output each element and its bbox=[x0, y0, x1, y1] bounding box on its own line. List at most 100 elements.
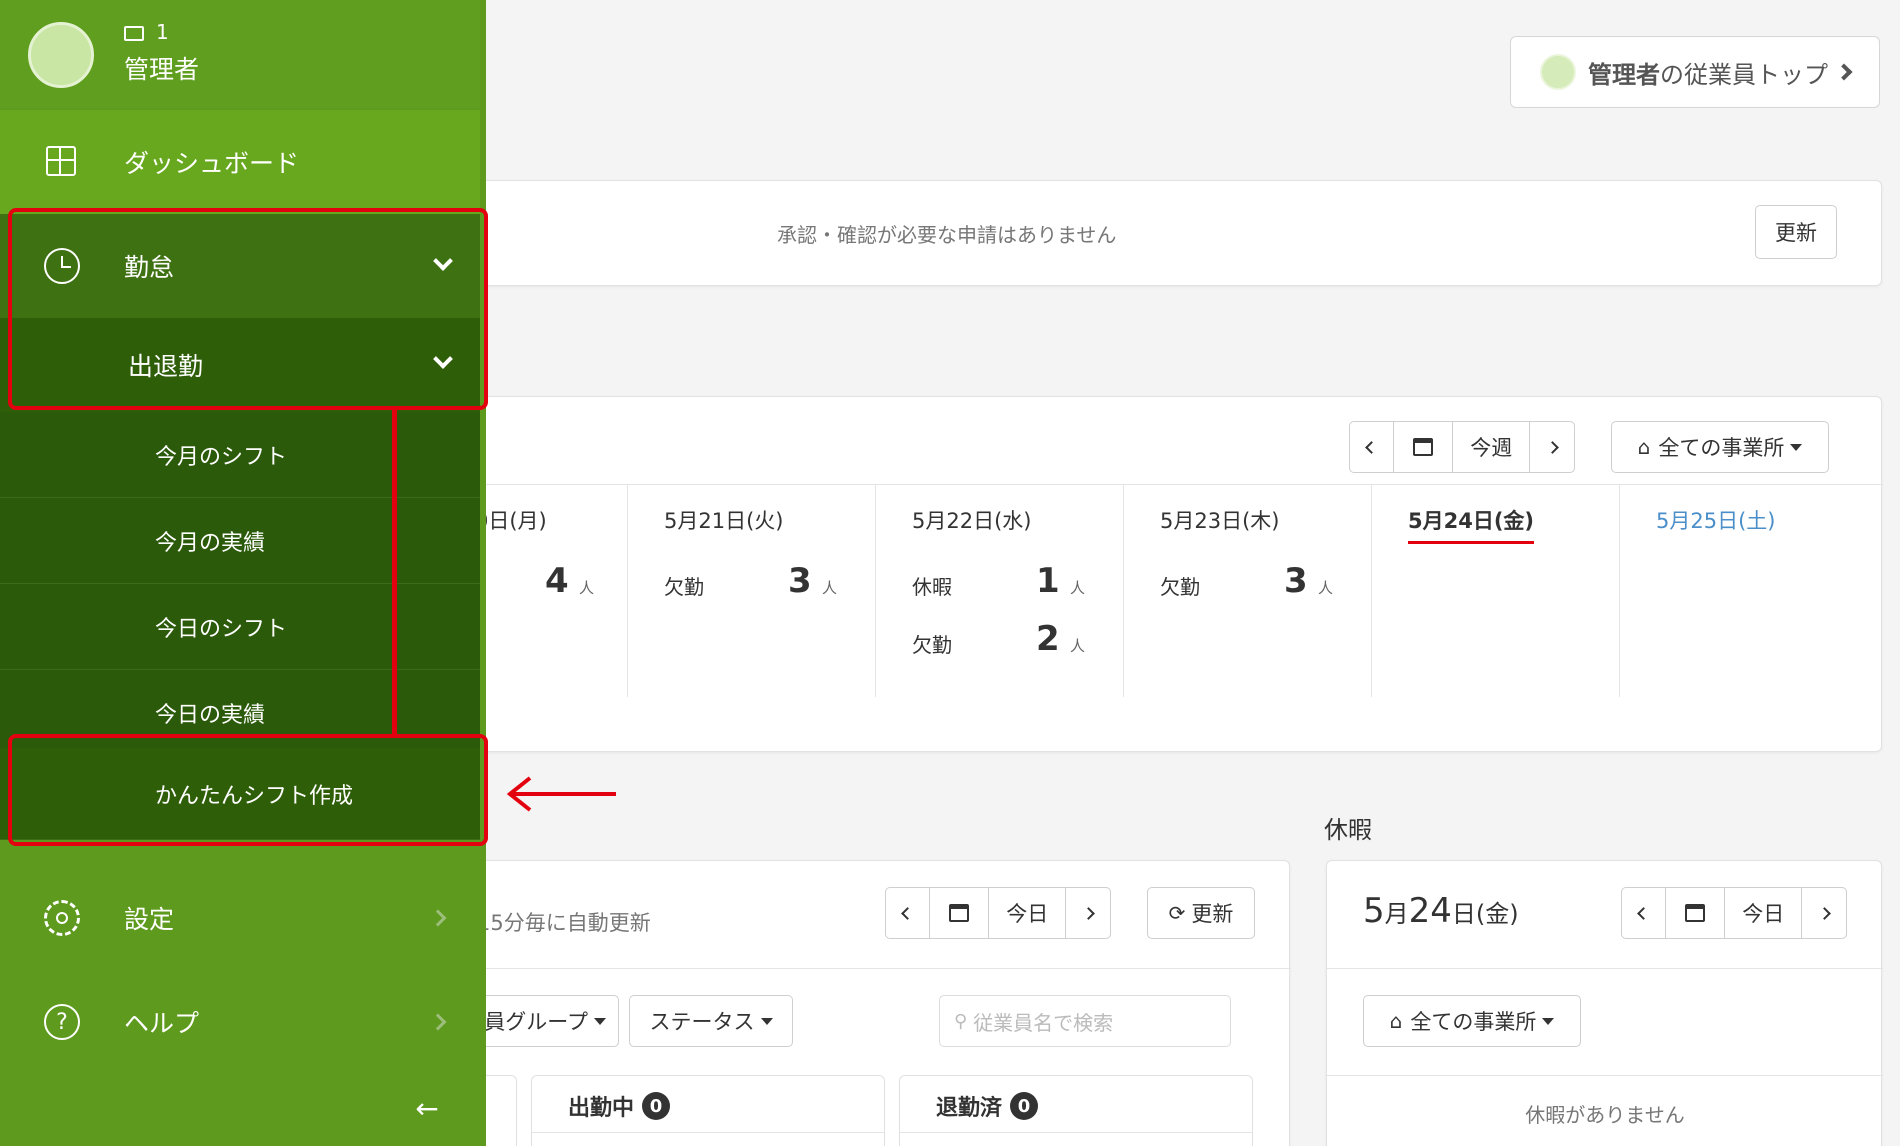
left-count-badge: 0 bbox=[1010, 1092, 1039, 1120]
approvals-card: 承認・確認が必要な申請はありません 更新 bbox=[476, 180, 1882, 286]
stat-number: 3 bbox=[788, 561, 812, 601]
avatar[interactable] bbox=[28, 22, 94, 88]
chevron-right-icon bbox=[1545, 440, 1559, 454]
highlight-box-attendance bbox=[8, 208, 488, 410]
leave-office-label: 全ての事業所 bbox=[1410, 1010, 1537, 1034]
stat-unit: 人 bbox=[822, 579, 838, 597]
stat-unit: 人 bbox=[1070, 637, 1086, 655]
day-title-saturday: 5月25日(土) bbox=[1656, 509, 1776, 533]
sidebar-subitem-label: 今月の実績 bbox=[155, 530, 266, 556]
leave-prev-button[interactable] bbox=[1622, 888, 1666, 938]
sidebar-subitem-label: 今日の実績 bbox=[155, 702, 266, 728]
day-col-3: 5月23日(木) 欠勤 3 人 bbox=[1124, 485, 1372, 697]
stat-unit: 人 bbox=[1318, 579, 1334, 597]
live-status-card: 15分毎に自動更新 今日 ⟳ 更新 業員グループ ステータス ⚲ 従業員名で検索… bbox=[457, 860, 1291, 1146]
sidebar-subitem-label: 今月のシフト bbox=[155, 444, 288, 470]
approvals-refresh-button[interactable]: 更新 bbox=[1755, 205, 1837, 259]
weekly-office-filter[interactable]: ⌂ 全ての事業所 bbox=[1611, 421, 1829, 473]
day-title: 5月21日(火) bbox=[664, 509, 784, 533]
sidebar-item-dashboard[interactable]: ダッシュボード bbox=[0, 110, 480, 214]
live-calendar-button[interactable] bbox=[930, 888, 990, 938]
user-id: 1 bbox=[156, 20, 169, 44]
leave-next-button[interactable] bbox=[1802, 888, 1846, 938]
stat-label: 欠勤 bbox=[912, 633, 952, 657]
day-col-saturday: 5月25日(土) bbox=[1620, 485, 1883, 697]
employee-top-label: の従業員トップ bbox=[1660, 60, 1828, 89]
user-name: 管理者 bbox=[124, 55, 200, 84]
status-filter[interactable]: ステータス bbox=[629, 995, 793, 1047]
status-column-header: 退勤済 0 bbox=[936, 1090, 1039, 1122]
chevron-right-icon bbox=[429, 1013, 447, 1031]
sidebar-item-label: ダッシュボード bbox=[124, 149, 300, 178]
sidebar-subitem-month-record[interactable]: 今月の実績 bbox=[0, 498, 480, 584]
column-divider bbox=[532, 1132, 884, 1133]
sidebar-subitem-today-shift[interactable]: 今日のシフト bbox=[0, 584, 480, 670]
day-col-1: 5月21日(火) 欠勤 3 人 bbox=[628, 485, 876, 697]
main-content: 管理者 の従業員トップ 承認・確認が必要な申請はありません 更新 今週 ⌂ 全て… bbox=[457, 0, 1900, 1146]
working-label: 出勤中 bbox=[568, 1096, 635, 1121]
leave-calendar-button[interactable] bbox=[1666, 888, 1726, 938]
leave-card: 5月24日(金) 今日 ⌂ 全ての事業所 休暇がありません bbox=[1326, 860, 1883, 1146]
home-icon: ⌂ bbox=[1389, 1009, 1403, 1033]
sidebar-header: 1 管理者 bbox=[0, 0, 480, 108]
live-prev-button[interactable] bbox=[886, 888, 930, 938]
leave-today-button[interactable]: 今日 bbox=[1725, 888, 1803, 938]
live-divider bbox=[477, 968, 1291, 969]
sidebar-item-settings[interactable]: 設定 bbox=[0, 866, 480, 970]
leave-heading: 休暇 bbox=[1324, 816, 1372, 844]
stat-unit: 人 bbox=[579, 579, 595, 597]
week-prev-button[interactable] bbox=[1350, 422, 1394, 472]
search-icon: ⚲ bbox=[954, 1010, 968, 1032]
day-col-today: 5月24日(金) bbox=[1372, 485, 1620, 697]
week-nav-group: 今週 bbox=[1349, 421, 1575, 473]
left-label: 退勤済 bbox=[936, 1096, 1003, 1121]
live-refresh-button[interactable]: ⟳ 更新 bbox=[1147, 887, 1255, 939]
sidebar-item-help[interactable]: ? ヘルプ bbox=[0, 970, 480, 1074]
stat-label: 休暇 bbox=[912, 575, 952, 599]
chevron-right-icon bbox=[429, 909, 447, 927]
employee-top-bold: 管理者 bbox=[1588, 60, 1660, 89]
day-title: 5月22日(水) bbox=[912, 509, 1032, 533]
employee-top-button[interactable]: 管理者 の従業員トップ bbox=[1510, 36, 1880, 108]
refresh-icon: ⟳ bbox=[1168, 901, 1186, 925]
leave-divider-2 bbox=[1327, 1075, 1883, 1076]
day-title: 5月23日(木) bbox=[1160, 509, 1280, 533]
stat-number: 1 bbox=[1036, 561, 1060, 601]
employee-search-input[interactable]: ⚲ 従業員名で検索 bbox=[939, 995, 1231, 1047]
week-current-button[interactable]: 今週 bbox=[1453, 422, 1531, 472]
stat-number: 2 bbox=[1036, 619, 1060, 659]
chevron-right-icon bbox=[1081, 906, 1095, 920]
leave-divider bbox=[1327, 968, 1883, 969]
leave-day-nav-group: 今日 bbox=[1621, 887, 1847, 939]
help-icon: ? bbox=[44, 1004, 80, 1040]
live-today-button[interactable]: 今日 bbox=[989, 888, 1067, 938]
sidebar: 1 管理者 ダッシュボード 勤怠 出退勤 今月のシフト 今月の実績 今日のシフト… bbox=[0, 0, 486, 1146]
collapse-sidebar-icon[interactable]: ← bbox=[412, 1094, 442, 1124]
caret-down-icon bbox=[594, 1017, 606, 1025]
week-calendar-button[interactable] bbox=[1394, 422, 1454, 472]
leave-date-month: 5 bbox=[1363, 891, 1385, 931]
stat-unit: 人 bbox=[1070, 579, 1086, 597]
live-next-button[interactable] bbox=[1066, 888, 1110, 938]
highlight-connector-line bbox=[392, 410, 397, 734]
working-count-badge: 0 bbox=[642, 1092, 671, 1120]
stat-number: 3 bbox=[1284, 561, 1308, 601]
day-title-today: 5月24日(金) bbox=[1408, 505, 1535, 544]
leave-date-day: 24 bbox=[1408, 891, 1452, 931]
live-refresh-label: 更新 bbox=[1191, 902, 1234, 926]
chevron-left-icon bbox=[900, 906, 914, 920]
stat-label: 欠勤 bbox=[664, 575, 704, 599]
weekly-card: 今週 ⌂ 全ての事業所 0日(月) 4 人 5月21日(火) 欠勤 3 人 5月… bbox=[475, 396, 1883, 752]
week-next-button[interactable] bbox=[1530, 422, 1574, 472]
chevron-right-icon bbox=[1817, 906, 1831, 920]
gear-icon bbox=[44, 900, 80, 936]
status-column-left-done: 退勤済 0 bbox=[899, 1075, 1253, 1146]
status-filter-label: ステータス bbox=[649, 1010, 755, 1034]
dashboard-icon bbox=[46, 146, 76, 176]
chevron-right-icon bbox=[1835, 63, 1853, 81]
sidebar-subitem-month-shift[interactable]: 今月のシフト bbox=[0, 412, 480, 498]
leave-office-filter[interactable]: ⌂ 全ての事業所 bbox=[1363, 995, 1581, 1047]
home-icon: ⌂ bbox=[1637, 435, 1651, 459]
leave-empty-message: 休暇がありません bbox=[1525, 1103, 1685, 1127]
status-column-working: 出勤中 0 bbox=[531, 1075, 885, 1146]
